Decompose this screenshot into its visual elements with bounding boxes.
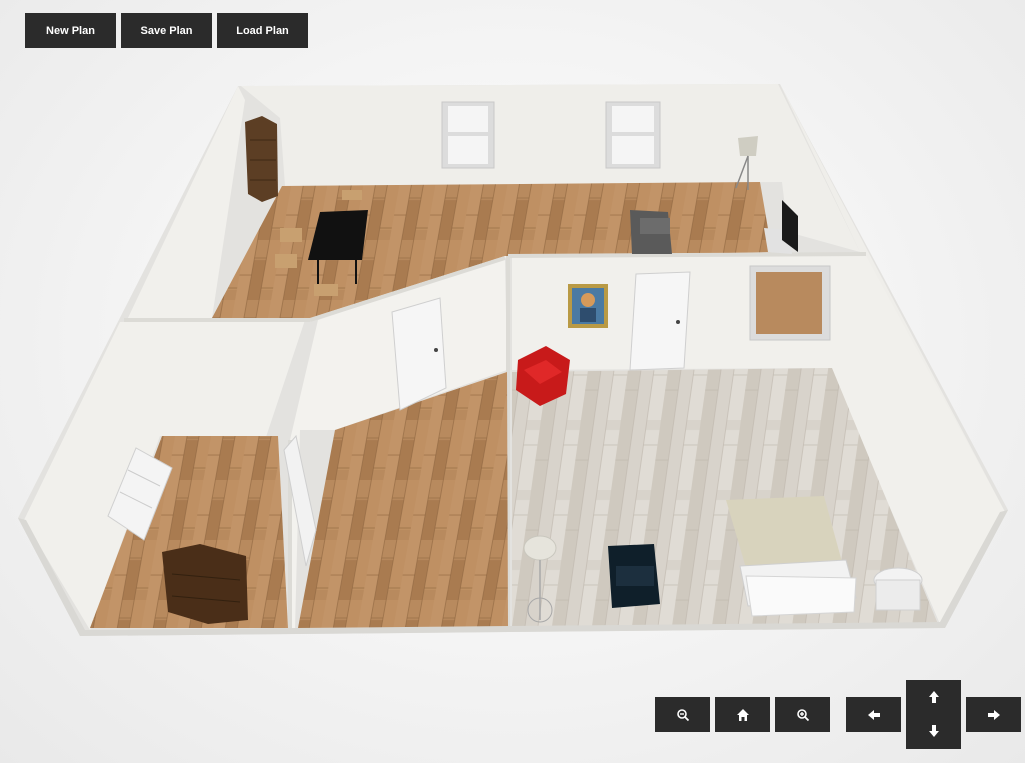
arrow-up-icon bbox=[928, 691, 939, 703]
window-middle-wall bbox=[749, 265, 831, 341]
home-icon bbox=[736, 708, 749, 721]
side-table bbox=[873, 567, 923, 611]
home-button[interactable] bbox=[715, 697, 770, 732]
sofa bbox=[630, 210, 672, 254]
door-bedroom bbox=[629, 271, 691, 371]
arrow-down-icon bbox=[928, 725, 939, 737]
pan-vertical-group bbox=[906, 680, 961, 749]
bookshelf bbox=[245, 116, 278, 202]
zoom-out-button[interactable] bbox=[655, 697, 710, 732]
brown-cabinet bbox=[162, 544, 248, 624]
zoom-out-icon bbox=[676, 708, 689, 721]
arrow-left-icon bbox=[867, 709, 880, 720]
zoom-in-button[interactable] bbox=[775, 697, 830, 732]
pan-right-button[interactable] bbox=[966, 697, 1021, 732]
arrow-right-icon bbox=[987, 709, 1000, 720]
pan-left-button[interactable] bbox=[846, 697, 901, 732]
pan-up-button[interactable] bbox=[906, 680, 961, 714]
portrait-painting bbox=[568, 284, 608, 328]
window-right bbox=[605, 101, 661, 169]
dark-armchair bbox=[608, 544, 660, 608]
pan-down-button[interactable] bbox=[906, 714, 961, 748]
zoom-in-icon bbox=[796, 708, 809, 721]
window-left bbox=[441, 101, 495, 169]
floor-plan-3d-view[interactable] bbox=[0, 0, 1025, 763]
